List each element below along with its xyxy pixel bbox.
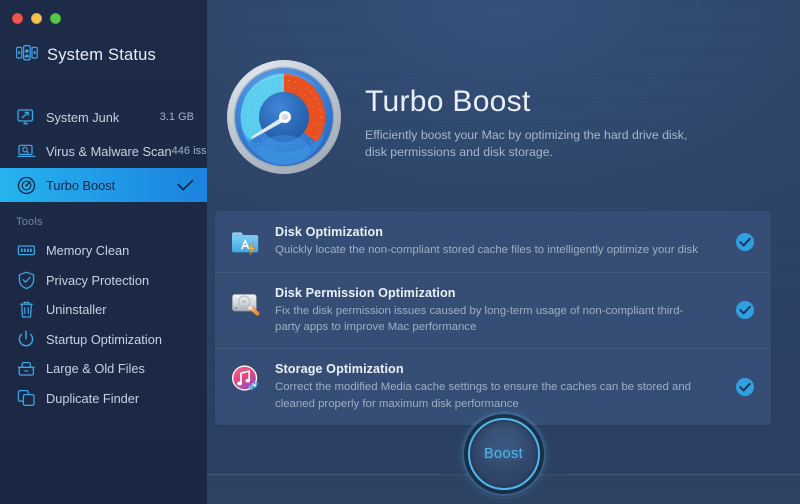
minimize-button[interactable] <box>31 13 42 24</box>
sidebar-item-label: Duplicate Finder <box>46 391 139 406</box>
task-description: Quickly locate the non-compliant stored … <box>275 242 700 258</box>
sidebar-item-startup-optimization[interactable]: Startup Optimization <box>0 325 207 355</box>
app-window: System Status System Junk 3.1 GB <box>0 0 800 504</box>
task-status-check-icon[interactable] <box>735 232 755 252</box>
page-title: Turbo Boost <box>365 86 705 118</box>
main-content: Turbo Boost Efficiently boost your Mac b… <box>207 0 800 504</box>
sidebar-main-nav: System Junk 3.1 GB Virus & Malware Scan … <box>0 100 207 202</box>
task-row-disk-optimization[interactable]: Disk Optimization Quickly locate the non… <box>215 211 771 272</box>
sidebar-item-label: Virus & Malware Scan <box>46 144 172 159</box>
sidebar-item-label: Privacy Protection <box>46 273 149 288</box>
brand-title: System Status <box>47 46 156 65</box>
duplicate-icon <box>16 388 36 408</box>
hero-text: Turbo Boost Efficiently boost your Mac b… <box>365 58 705 162</box>
checkmark-icon <box>177 179 194 192</box>
hard-drive-wrench-icon <box>229 286 263 320</box>
laptop-search-icon <box>16 141 36 161</box>
window-controls <box>12 13 61 24</box>
sidebar-item-duplicate-finder[interactable]: Duplicate Finder <box>0 384 207 414</box>
task-status-check-icon[interactable] <box>735 377 755 397</box>
task-text: Storage Optimization Correct the modifie… <box>263 361 727 411</box>
sidebar-item-label: Startup Optimization <box>46 332 162 347</box>
task-list-card: Disk Optimization Quickly locate the non… <box>215 211 771 425</box>
sidebar-item-large-old-files[interactable]: Large & Old Files <box>0 354 207 384</box>
task-title: Disk Optimization <box>275 225 727 239</box>
task-description: Fix the disk permission issues caused by… <box>275 303 700 335</box>
app-folder-bolt-icon <box>229 225 263 259</box>
sidebar-item-uninstaller[interactable]: Uninstaller <box>0 295 207 325</box>
sidebar: System Status System Junk 3.1 GB <box>0 0 207 504</box>
sidebar-item-label: Turbo Boost <box>46 178 115 193</box>
memory-icon <box>16 241 36 261</box>
task-row-disk-permission-optimization[interactable]: Disk Permission Optimization Fix the dis… <box>215 272 771 348</box>
page-subtitle: Efficiently boost your Mac by optimizing… <box>365 127 705 163</box>
sidebar-item-turbo-boost[interactable]: Turbo Boost <box>0 168 207 202</box>
sidebar-item-label: Large & Old Files <box>46 361 145 376</box>
trash-icon <box>16 300 36 320</box>
sidebar-item-privacy-protection[interactable]: Privacy Protection <box>0 266 207 296</box>
sidebar-item-label: System Junk <box>46 110 119 125</box>
sidebar-item-value: 3.1 GB <box>160 111 194 123</box>
task-row-storage-optimization[interactable]: Storage Optimization Correct the modifie… <box>215 348 771 424</box>
brand: System Status <box>16 45 156 66</box>
sidebar-item-virus-malware-scan[interactable]: Virus & Malware Scan 446 issues <box>0 134 207 168</box>
task-text: Disk Optimization Quickly locate the non… <box>263 224 727 258</box>
close-button[interactable] <box>12 13 23 24</box>
task-title: Disk Permission Optimization <box>275 286 727 300</box>
boost-button[interactable]: Boost <box>468 418 540 490</box>
sidebar-item-label: Memory Clean <box>46 243 129 258</box>
power-icon <box>16 329 36 349</box>
files-icon <box>16 359 36 379</box>
task-title: Storage Optimization <box>275 362 727 376</box>
task-description: Correct the modified Media cache setting… <box>275 379 700 411</box>
boost-button-label: Boost <box>484 446 523 462</box>
task-text: Disk Permission Optimization Fix the dis… <box>263 285 727 335</box>
zoom-button[interactable] <box>50 13 61 24</box>
sidebar-item-memory-clean[interactable]: Memory Clean <box>0 236 207 266</box>
tools-section-header: Tools <box>16 216 43 228</box>
system-status-icon <box>16 45 38 66</box>
monitor-arrow-icon <box>16 107 36 127</box>
sidebar-item-system-junk[interactable]: System Junk 3.1 GB <box>0 100 207 134</box>
sidebar-tools-nav: Memory Clean Privacy Protection <box>0 236 207 413</box>
hero: Turbo Boost Efficiently boost your Mac b… <box>225 58 780 176</box>
task-status-check-icon[interactable] <box>735 300 755 320</box>
gauge-icon <box>16 175 36 195</box>
sidebar-item-label: Uninstaller <box>46 302 106 317</box>
sidebar-item-value: 446 issues <box>172 145 207 157</box>
shield-check-icon <box>16 270 36 290</box>
itunes-rocket-icon <box>229 362 263 396</box>
turbo-boost-gauge-icon <box>225 58 343 176</box>
